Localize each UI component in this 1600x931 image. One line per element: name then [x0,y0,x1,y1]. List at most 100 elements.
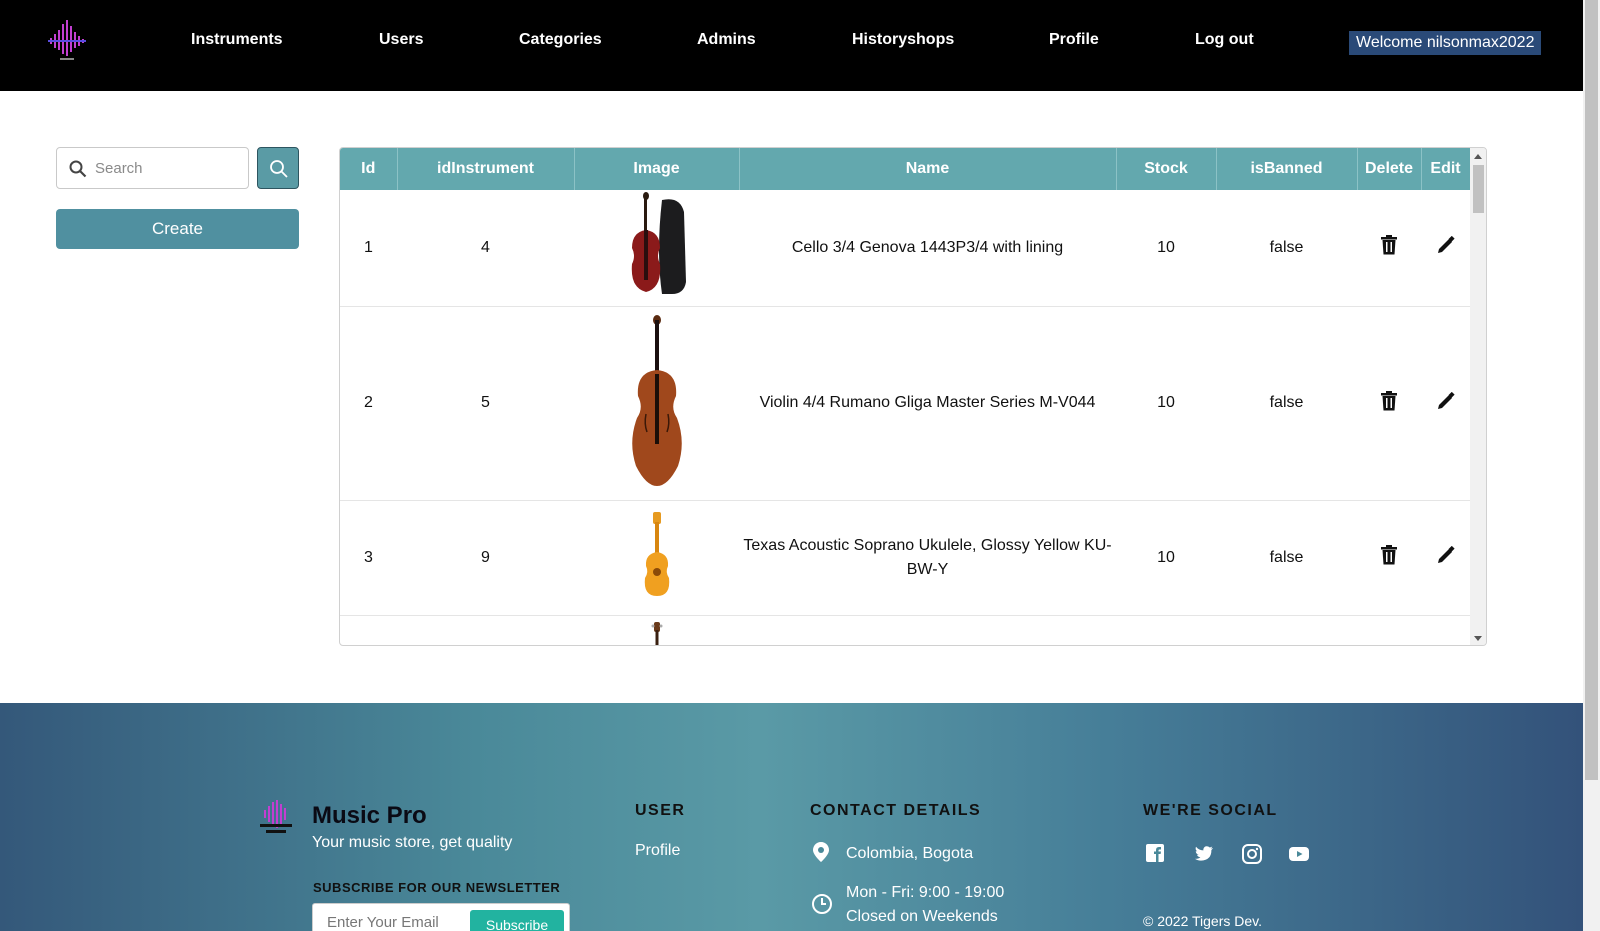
footer-profile-link[interactable]: Profile [635,842,680,860]
nav-instruments[interactable]: Instruments [191,31,283,49]
clock-icon [812,894,832,914]
edit-pencil-icon[interactable] [1437,545,1455,569]
table-scrollbar[interactable] [1470,148,1486,645]
music-pro-logo[interactable] [46,18,88,62]
cell-id: 2 [340,306,397,501]
cell-isbanned: false [1216,190,1357,307]
header-isbanned[interactable]: isBanned [1216,148,1358,190]
cell-idinstrument: 9 [397,500,574,616]
footer: Music Pro Your music store, get quality … [0,703,1583,931]
footer-hours-line2: Closed on Weekends [846,908,998,925]
page-scrollbar[interactable] [1583,0,1600,931]
cell-idinstrument: 4 [397,190,574,307]
nav-admins[interactable]: Admins [697,31,756,49]
cell-edit [1421,615,1470,645]
header-idinstrument[interactable]: idInstrument [397,148,575,190]
instruments-table: Id idInstrument Image Name Stock isBanne… [340,148,1470,645]
nav-categories[interactable]: Categories [519,31,602,49]
violin-image [631,314,682,486]
table-row [340,615,1470,645]
delete-icon[interactable] [1380,235,1398,260]
cell-id [340,615,397,645]
page-scrollbar-thumb[interactable] [1585,0,1598,780]
location-pin-icon [813,842,829,862]
cell-stock: 10 [1116,500,1216,616]
search-button[interactable] [257,147,299,189]
cell-delete [1357,306,1421,501]
cell-image [574,190,739,307]
twitter-icon[interactable] [1193,843,1215,865]
search-input[interactable] [95,154,243,182]
cell-name: Violin 4/4 Rumano Gliga Master Series M-… [739,306,1116,501]
youtube-icon[interactable] [1288,843,1310,865]
edit-pencil-icon[interactable] [1437,391,1455,415]
footer-social-heading: WE'RE SOCIAL [1143,802,1278,819]
footer-tagline: Your music store, get quality [312,834,513,851]
table-row: 2 5 Violin 4/4 Rumano Gliga Master Serie… [340,306,1470,501]
delete-icon[interactable] [1380,390,1398,416]
footer-brand: Music Pro [312,802,427,829]
cell-name [739,615,1116,645]
ukulele-image [644,512,669,596]
footer-copyright: © 2022 Tigers Dev. [1143,913,1262,929]
header-image[interactable]: Image [574,148,740,190]
welcome-badge: Welcome nilsonmax2022 [1349,31,1542,55]
cell-idinstrument: 5 [397,306,574,501]
navbar: Instruments Users Categories Admins Hist… [0,0,1583,91]
nav-logout[interactable]: Log out [1195,31,1254,49]
create-button[interactable]: Create [56,209,299,249]
header-stock[interactable]: Stock [1116,148,1217,190]
search-icon [69,160,87,178]
guitar-image [651,621,662,645]
header-name[interactable]: Name [739,148,1117,190]
cell-stock: 10 [1116,190,1216,307]
nav-historyshops[interactable]: Historyshops [852,31,954,49]
cell-delete [1357,615,1421,645]
facebook-icon[interactable] [1145,843,1167,865]
header-edit[interactable]: Edit [1421,148,1470,190]
footer-logo [260,800,292,833]
table-row: 3 9 Texas Acoustic Soprano Ukulele, Glos… [340,500,1470,616]
cell-image [574,306,739,501]
nav-users[interactable]: Users [379,31,423,49]
scroll-up-arrow-icon[interactable] [1474,154,1482,159]
footer-hours-line1: Mon - Fri: 9:00 - 19:00 [846,884,1005,901]
newsletter-form: Subscribe [312,903,570,931]
footer-location: Colombia, Bogota [846,845,974,862]
cell-name: Texas Acoustic Soprano Ukulele, Glossy Y… [739,500,1116,616]
instagram-icon[interactable] [1241,843,1263,865]
search-field[interactable] [56,147,249,189]
nav-profile[interactable]: Profile [1049,31,1099,49]
instruments-table-container: Id idInstrument Image Name Stock isBanne… [339,147,1487,646]
cell-isbanned: false [1216,306,1357,501]
newsletter-title: SUBSCRIBE FOR OUR NEWSLETTER [313,880,561,895]
cell-name: Cello 3/4 Genova 1443P3/4 with lining [739,190,1116,307]
table-header-row: Id idInstrument Image Name Stock isBanne… [340,148,1470,190]
cell-isbanned [1216,615,1357,645]
cell-delete [1357,190,1421,307]
newsletter-email-input[interactable] [327,914,457,931]
header-id[interactable]: Id [340,148,398,190]
cell-id: 3 [340,500,397,616]
footer-contact-heading: CONTACT DETAILS [810,802,982,819]
cell-idinstrument [397,615,574,645]
table-scrollbar-thumb[interactable] [1473,165,1484,213]
cell-stock [1116,615,1216,645]
header-delete[interactable]: Delete [1357,148,1422,190]
cell-edit [1421,306,1470,501]
footer-user-heading: USER [635,802,686,819]
scroll-down-arrow-icon[interactable] [1474,636,1482,641]
cell-edit [1421,190,1470,307]
cell-delete [1357,500,1421,616]
cell-id: 1 [340,190,397,307]
cell-image [574,615,739,645]
table-row: 1 4 Cello 3/4 Genova 1443P3/4 with linin… [340,190,1470,307]
cell-image [574,500,739,616]
cello-image [631,192,686,295]
edit-pencil-icon[interactable] [1437,236,1455,259]
subscribe-button[interactable]: Subscribe [470,910,564,931]
cell-edit [1421,500,1470,616]
search-icon [270,160,288,178]
cell-isbanned: false [1216,500,1357,616]
delete-icon[interactable] [1380,545,1398,570]
